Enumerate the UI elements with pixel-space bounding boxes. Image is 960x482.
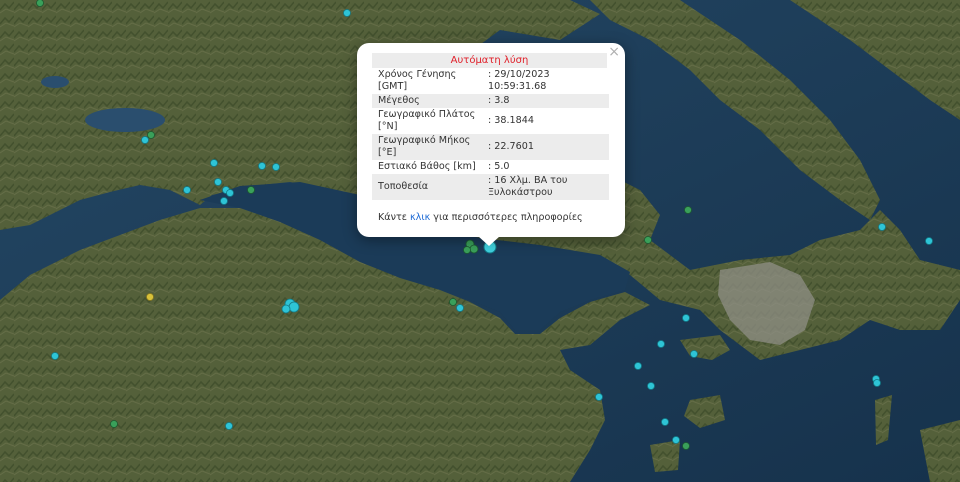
row-value-location: : 16 Χλμ. ΒΑ του Ξυλοκάστρου — [482, 174, 609, 200]
earthquake-marker — [690, 350, 698, 358]
earthquake-info-table: Χρόνος Γένησης [GMT] : 29/10/2023 10:59:… — [372, 68, 609, 200]
earthquake-marker — [456, 304, 464, 312]
row-label-origin-time: Χρόνος Γένησης [GMT] — [378, 69, 457, 92]
table-row: Τοποθεσία : 16 Χλμ. ΒΑ του Ξυλοκάστρου — [372, 174, 609, 200]
row-value-origin-time: : 29/10/2023 10:59:31.68 — [488, 69, 550, 92]
earthquake-marker — [682, 442, 690, 450]
more-info-prefix: Κάντε — [378, 212, 410, 223]
earthquake-marker — [225, 422, 233, 430]
earthquake-marker — [682, 314, 690, 322]
earthquake-marker — [288, 301, 300, 313]
earthquake-marker — [449, 298, 457, 306]
earthquake-marker — [657, 340, 665, 348]
earthquake-marker — [110, 420, 118, 428]
earthquake-marker — [214, 178, 222, 186]
earthquake-marker — [634, 362, 642, 370]
earthquake-marker — [36, 0, 44, 7]
earthquake-marker — [661, 418, 669, 426]
earthquake-marker — [51, 352, 59, 360]
earthquake-marker — [258, 162, 266, 170]
row-label-location: Τοποθεσία — [372, 174, 482, 200]
popup-tip — [478, 236, 500, 246]
popup-title: Αυτόματη λύση — [372, 53, 607, 68]
earthquake-marker — [647, 382, 655, 390]
earthquake-marker — [141, 136, 149, 144]
table-row: Μέγεθος : 3.8 — [372, 94, 609, 108]
row-value-latitude: : 38.1844 — [488, 115, 534, 126]
earthquake-marker — [281, 304, 291, 314]
lake-trichonida — [85, 108, 165, 132]
earthquake-marker — [343, 9, 351, 17]
more-info-suffix: για περισσότερες πληροφορίες — [430, 212, 583, 223]
earthquake-marker — [272, 163, 280, 171]
earthquake-marker — [644, 236, 652, 244]
lake — [41, 76, 69, 88]
more-info-link[interactable]: κλικ — [410, 212, 430, 223]
row-value-depth: : 5.0 — [488, 161, 510, 172]
earthquake-marker — [226, 189, 234, 197]
earthquake-marker — [878, 223, 886, 231]
earthquake-marker — [210, 159, 218, 167]
row-label-magnitude: Μέγεθος — [372, 94, 482, 108]
earthquake-marker — [873, 379, 881, 387]
more-info-text: Κάντε κλικ για περισσότερες πληροφορίες — [378, 212, 583, 223]
earthquake-marker — [469, 244, 479, 254]
earthquake-marker — [183, 186, 191, 194]
table-row: Γεωγραφικό Μήκος [°E] : 22.7601 — [372, 134, 609, 160]
earthquake-marker — [925, 237, 933, 245]
earthquake-marker — [684, 206, 692, 214]
island-poros — [650, 440, 680, 472]
row-label-longitude: Γεωγραφικό Μήκος [°E] — [372, 134, 482, 160]
earthquake-marker — [146, 293, 154, 301]
earthquake-marker — [672, 436, 680, 444]
row-label-depth: Εστιακό Βάθος [km] — [378, 161, 476, 172]
table-row: Εστιακό Βάθος [km] : 5.0 — [372, 160, 609, 174]
earthquake-marker — [220, 197, 228, 205]
table-row: Χρόνος Γένησης [GMT] : 29/10/2023 10:59:… — [372, 68, 609, 94]
close-icon[interactable]: × — [608, 44, 620, 60]
earthquake-marker — [595, 393, 603, 401]
earthquake-popup: × Αυτόματη λύση Χρόνος Γένησης [GMT] : 2… — [357, 43, 625, 237]
row-value-longitude: : 22.7601 — [482, 134, 609, 160]
earthquake-marker — [247, 186, 255, 194]
table-row: Γεωγραφικό Πλάτος [°N] : 38.1844 — [372, 108, 609, 134]
row-value-magnitude: : 3.8 — [482, 94, 609, 108]
earthquake-marker — [463, 246, 471, 254]
earthquake-marker — [147, 131, 155, 139]
row-label-latitude: Γεωγραφικό Πλάτος [°N] — [378, 109, 476, 132]
